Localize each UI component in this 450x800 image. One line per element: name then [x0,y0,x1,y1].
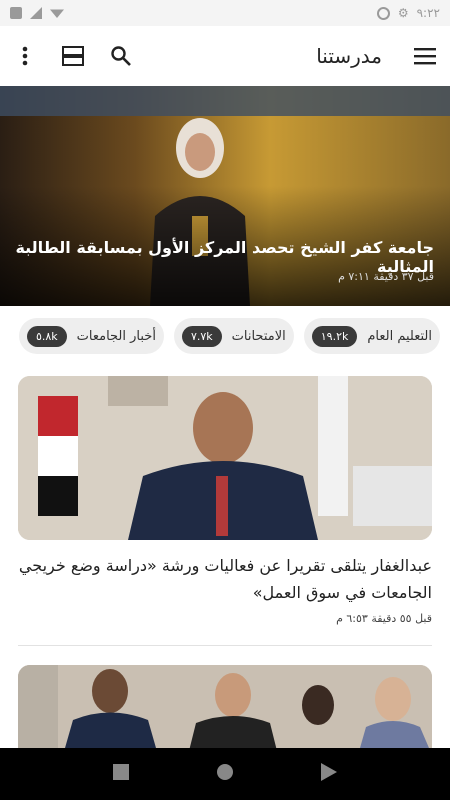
chip-label: التعليم العام [367,328,432,344]
status-time: ٩:٢٢ [416,6,440,20]
app-bar-title-group: مدرستنا [316,43,438,69]
search-icon[interactable] [108,43,134,69]
signal-icon [30,7,42,19]
back-icon[interactable] [320,763,337,785]
category-chips: التعليم العام ١٩.٢k الامتحانات ٧.٧k أخبا… [0,318,450,358]
chip-exams[interactable]: الامتحانات ٧.٧k [173,318,294,354]
chip-label: الامتحانات [231,328,286,344]
article-title[interactable]: عبدالغفار يتلقى تقريرا عن فعاليات ورشة «… [18,552,432,606]
app-bar-actions [12,43,134,69]
hero-article[interactable]: جامعة كفر الشيخ تحصد المركز الأول بمسابق… [0,86,450,306]
status-right: ⚙ ٩:٢٢ [376,6,440,20]
article-time: قبل ٥٥ دقيقة ٦:٥٣ م [336,612,432,625]
article-photo [18,376,432,540]
hero-time: قبل ٣٧ دقيقة ٧:١١ م [338,270,434,283]
status-bar: ⚙ ٩:٢٢ [0,0,450,26]
layout-icon[interactable] [60,43,86,69]
chip-count: ٥.٨k [26,325,67,347]
article-image[interactable] [18,376,432,540]
app-bar: مدرستنا [0,26,450,86]
status-left [10,7,64,19]
chip-university-news[interactable]: أخبار الجامعات ٥.٨k [18,318,164,354]
article-image-2[interactable] [18,665,432,755]
article-photo-2 [18,665,432,755]
system-nav-bar [0,748,450,800]
home-icon[interactable] [216,763,234,785]
data-saver-icon [376,6,390,20]
chip-count: ١٩.٢k [311,325,358,347]
app-title: مدرستنا [316,44,382,68]
gear-icon: ⚙ [397,6,409,20]
battery-icon [10,7,22,19]
more-vert-icon[interactable] [12,43,38,69]
recents-icon[interactable] [113,764,130,784]
chip-count: ٧.٧k [181,325,222,347]
menu-icon[interactable] [412,43,438,69]
chip-label: أخبار الجامعات [76,328,156,344]
wifi-icon [50,9,64,18]
divider [18,645,432,646]
chip-general-education[interactable]: التعليم العام ١٩.٢k [303,318,440,354]
